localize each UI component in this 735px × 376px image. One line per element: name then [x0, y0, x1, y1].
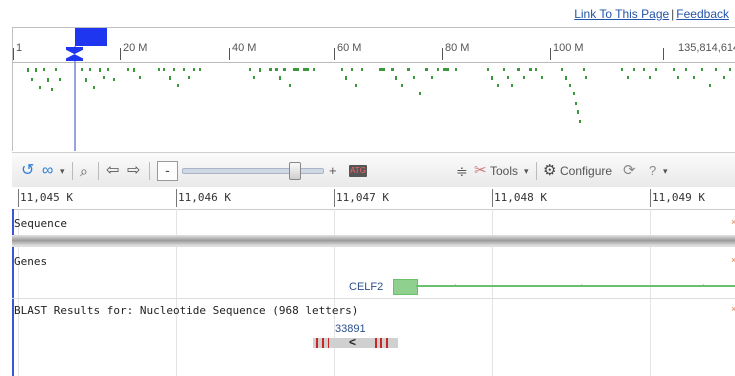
- gear-icon[interactable]: ⚙: [543, 162, 556, 180]
- zoom-slider-track[interactable]: [182, 168, 324, 174]
- overview-tick: [13, 48, 14, 60]
- gene-label-celf2[interactable]: CELF2: [349, 281, 383, 293]
- sequence-track-label[interactable]: Sequence: [14, 217, 67, 230]
- blast-mismatch: [386, 338, 388, 348]
- zoom-out-button[interactable]: -: [157, 161, 178, 181]
- blast-mismatch: [316, 338, 318, 348]
- toolbar-divider: [536, 162, 537, 180]
- gene-strand-arrow-icon: →: [448, 278, 459, 290]
- toolbar-divider: [98, 162, 99, 180]
- zoom-in-button[interactable]: +: [329, 162, 337, 180]
- overview-view-handle[interactable]: [75, 28, 107, 46]
- overview-label-100m: 100 M: [553, 42, 584, 54]
- track-separator: [12, 246, 735, 247]
- current-position-marker[interactable]: ▶◀: [66, 47, 83, 61]
- blast-mismatch: [375, 338, 377, 348]
- ruler-label-11047k: 11,047 K: [336, 191, 389, 204]
- tools-icon[interactable]: ✂: [474, 162, 487, 180]
- overview-tick: [663, 48, 664, 60]
- track-separator: [12, 298, 735, 299]
- top-links: Link To This Page | Feedback: [574, 7, 729, 21]
- link-separator: |: [671, 7, 675, 21]
- overview-label-1: 1: [16, 42, 23, 54]
- ruler-tick: [334, 189, 335, 207]
- ruler-label-11045k: 11,045 K: [20, 191, 73, 204]
- overview-axis: [13, 62, 735, 63]
- gene-exon[interactable]: [393, 279, 418, 295]
- genes-track-label[interactable]: Genes: [14, 255, 47, 268]
- gene-strand-arrow-icon: →: [574, 278, 585, 290]
- chromosome-overview[interactable]: 1 20 M 40 M 60 M 80 M 100 M 135,814,614: [12, 27, 735, 151]
- help-button[interactable]: ?: [649, 162, 656, 180]
- overview-label-20m: 20 M: [123, 42, 148, 54]
- back-arrow-icon[interactable]: ↺: [21, 162, 34, 180]
- current-position-line: [74, 46, 76, 151]
- refresh-icon[interactable]: ⟳: [623, 162, 636, 180]
- pan-right-icon[interactable]: ⇨: [127, 162, 140, 180]
- gene-strand-arrow-icon: →: [696, 278, 707, 290]
- overview-tick: [229, 48, 230, 60]
- sequence-bar: [12, 235, 735, 246]
- ruler-label-11049k: 11,049 K: [652, 191, 705, 204]
- close-icon[interactable]: ×: [731, 255, 735, 265]
- overview-label-40m: 40 M: [232, 42, 257, 54]
- blast-hit-label[interactable]: 33891: [335, 323, 366, 335]
- link-chain-icon[interactable]: ∞: [42, 162, 53, 180]
- overview-tick: [550, 48, 551, 60]
- search-icon[interactable]: ⌕: [80, 162, 88, 180]
- blast-mismatch: [380, 338, 382, 348]
- feedback-link[interactable]: Feedback: [676, 7, 729, 21]
- ruler-tick: [492, 189, 493, 207]
- tools-chevron-down-icon[interactable]: ▾: [524, 162, 529, 180]
- overview-label-80m: 80 M: [445, 42, 470, 54]
- overview-tick: [120, 48, 121, 60]
- tools-menu-button[interactable]: Tools: [490, 162, 518, 180]
- overview-label-60m: 60 M: [337, 42, 362, 54]
- help-chevron-down-icon[interactable]: ▾: [663, 162, 668, 180]
- blast-strand-arrow: <: [349, 335, 357, 349]
- zoom-slider-thumb[interactable]: [288, 162, 301, 180]
- ruler-tick: [176, 189, 177, 207]
- coordinate-ruler: 11,045 K 11,046 K 11,047 K 11,048 K 11,0…: [12, 187, 735, 210]
- ruler-tick: [650, 189, 651, 207]
- blast-track-title[interactable]: BLAST Results for: Nucleotide Sequence (…: [14, 304, 358, 317]
- sequence-atg-icon[interactable]: ATG: [349, 165, 367, 177]
- blast-mismatch: [322, 338, 324, 348]
- toolbar-divider: [149, 162, 150, 180]
- browser-toolbar: ↺ ∞ ▾ ⌕ ⇦ ⇨ - + ATG ≑ ✂ Tools ▾ ⚙ Config…: [12, 152, 735, 188]
- overview-features: [27, 68, 731, 123]
- blast-mismatch: [328, 338, 329, 348]
- collapse-tracks-icon[interactable]: ≑: [456, 162, 468, 180]
- ruler-tick: [18, 189, 19, 207]
- toolbar-divider: [72, 162, 73, 180]
- configure-button[interactable]: Configure: [560, 162, 612, 180]
- close-icon[interactable]: ×: [731, 217, 735, 227]
- ruler-label-11048k: 11,048 K: [494, 191, 547, 204]
- chevron-down-icon[interactable]: ▾: [60, 162, 65, 180]
- overview-tick: [442, 48, 443, 60]
- link-to-this-page[interactable]: Link To This Page: [574, 7, 669, 21]
- ruler-label-11046k: 11,046 K: [178, 191, 231, 204]
- close-icon[interactable]: ×: [731, 304, 735, 314]
- overview-label-end: 135,814,614: [678, 42, 735, 54]
- overview-tick: [334, 48, 335, 60]
- pan-left-icon[interactable]: ⇦: [106, 162, 119, 180]
